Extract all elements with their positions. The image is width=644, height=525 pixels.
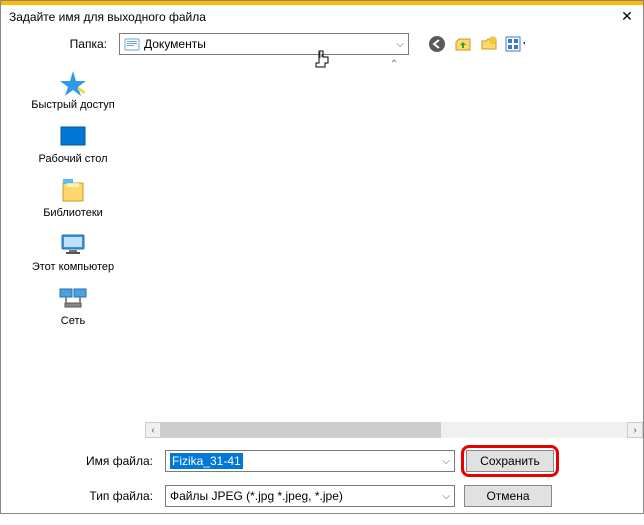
places-sidebar: Быстрый доступ Рабочий стол Библиотеки Э… — [1, 59, 145, 439]
sidebar-item-desktop[interactable]: Рабочий стол — [5, 119, 141, 169]
scroll-thumb[interactable] — [161, 422, 441, 438]
horizontal-scrollbar[interactable]: ‹ › — [145, 421, 643, 439]
bottom-panel: Имя файла: Fizika_31-41 ⌵ Сохранить Тип … — [1, 439, 643, 525]
filetype-value: Файлы JPEG (*.jpg *.jpeg, *.jpe) — [170, 489, 343, 503]
sidebar-item-label: Сеть — [61, 315, 85, 327]
cancel-button-label: Отмена — [486, 489, 529, 503]
filetype-row: Тип файла: Файлы JPEG (*.jpg *.jpeg, *.j… — [9, 483, 635, 509]
main-area: Быстрый доступ Рабочий стол Библиотеки Э… — [1, 59, 643, 439]
libraries-icon — [57, 177, 89, 205]
sidebar-item-this-pc[interactable]: Этот компьютер — [5, 227, 141, 277]
sidebar-item-label: Быстрый доступ — [31, 99, 115, 111]
quick-access-icon — [57, 69, 89, 97]
new-folder-button[interactable] — [479, 34, 499, 54]
folder-dropdown[interactable]: Документы ⌵ — [119, 33, 409, 55]
documents-folder-icon — [124, 36, 140, 52]
save-button-label: Сохранить — [480, 454, 540, 468]
scroll-track[interactable] — [161, 422, 627, 438]
up-one-level-button[interactable] — [453, 34, 473, 54]
sidebar-item-quick-access[interactable]: Быстрый доступ — [5, 65, 141, 115]
filetype-label: Тип файла: — [9, 489, 159, 503]
filename-value: Fizika_31-41 — [170, 453, 243, 469]
folder-label: Папка: — [9, 37, 113, 51]
window-title: Задайте имя для выходного файла — [9, 10, 206, 24]
folder-row: Папка: Документы ⌵ — [1, 31, 643, 59]
this-pc-icon — [57, 231, 89, 259]
network-icon — [57, 285, 89, 313]
filename-input[interactable]: Fizika_31-41 ⌵ — [165, 450, 455, 472]
desktop-icon — [57, 123, 89, 151]
collapse-chevron-icon[interactable]: ⌃ — [145, 59, 643, 73]
back-button[interactable] — [427, 34, 447, 54]
chevron-down-icon: ⌵ — [396, 39, 404, 50]
save-button[interactable]: Сохранить — [466, 450, 554, 472]
filename-label: Имя файла: — [9, 454, 159, 468]
scroll-left-arrow[interactable]: ‹ — [145, 422, 161, 438]
save-button-highlight: Сохранить — [461, 445, 559, 477]
sidebar-item-label: Рабочий стол — [38, 153, 107, 165]
file-listing[interactable] — [145, 73, 643, 421]
scroll-right-arrow[interactable]: › — [627, 422, 643, 438]
chevron-down-icon: ⌵ — [442, 456, 450, 467]
sidebar-item-network[interactable]: Сеть — [5, 281, 141, 331]
chevron-down-icon: ⌵ — [442, 491, 450, 502]
cancel-button-wrap: Отмена — [461, 483, 555, 509]
sidebar-item-label: Библиотеки — [43, 207, 103, 219]
view-menu-button[interactable] — [505, 34, 525, 54]
cancel-button[interactable]: Отмена — [464, 485, 552, 507]
folder-dropdown-value: Документы — [144, 37, 206, 51]
file-listing-area: ⌃ ‹ › — [145, 59, 643, 439]
sidebar-item-label: Этот компьютер — [32, 261, 114, 273]
filename-row: Имя файла: Fizika_31-41 ⌵ Сохранить — [9, 445, 635, 477]
titlebar: Задайте имя для выходного файла ✕ — [1, 5, 643, 31]
nav-toolbar — [427, 34, 525, 54]
close-button[interactable]: ✕ — [619, 9, 635, 25]
filetype-dropdown[interactable]: Файлы JPEG (*.jpg *.jpeg, *.jpe) ⌵ — [165, 485, 455, 507]
sidebar-item-libraries[interactable]: Библиотеки — [5, 173, 141, 223]
